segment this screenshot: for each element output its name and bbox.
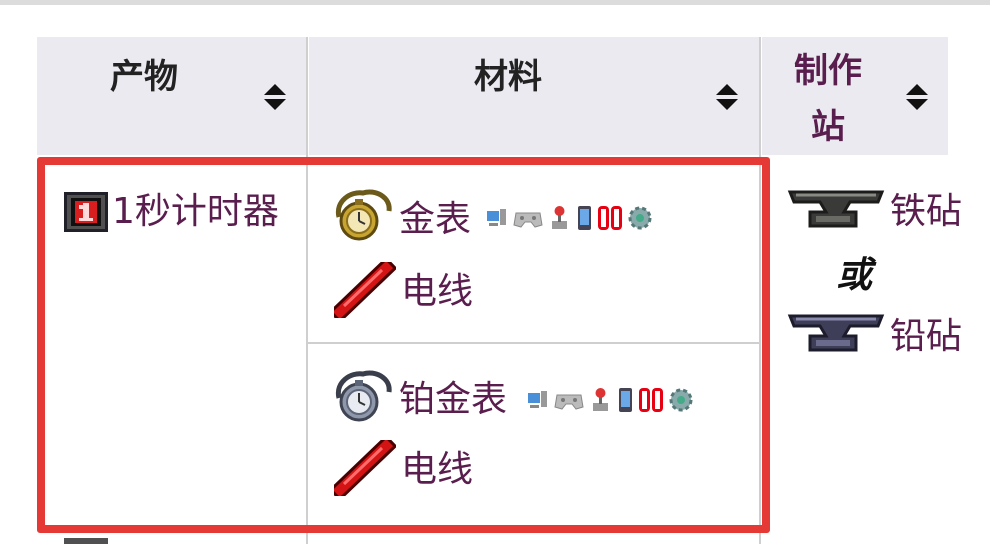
header-station-label-line2[interactable]: 站 bbox=[811, 103, 845, 151]
top-border bbox=[0, 0, 990, 5]
header-materials[interactable]: 材料 bbox=[309, 37, 759, 155]
header-product[interactable]: 产物 bbox=[37, 37, 307, 155]
header-station-label-line1[interactable]: 制作 bbox=[794, 47, 862, 95]
sort-product-icon[interactable] bbox=[264, 82, 286, 112]
lead-anvil-icon bbox=[787, 314, 885, 352]
highlight-frame bbox=[37, 157, 770, 533]
header-materials-label: 材料 bbox=[474, 57, 542, 97]
station-lead-anvil[interactable]: 铅砧 bbox=[890, 313, 962, 361]
sort-station-icon[interactable] bbox=[906, 82, 928, 112]
sort-materials-icon[interactable] bbox=[716, 82, 738, 112]
next-row-icon-partial bbox=[64, 538, 108, 544]
station-or-separator: 或 bbox=[836, 255, 873, 296]
header-product-label: 产物 bbox=[110, 57, 178, 97]
header-station[interactable]: 制作 站 bbox=[762, 37, 948, 155]
station-iron-anvil[interactable]: 铁砧 bbox=[890, 188, 962, 236]
iron-anvil-icon bbox=[787, 190, 885, 228]
